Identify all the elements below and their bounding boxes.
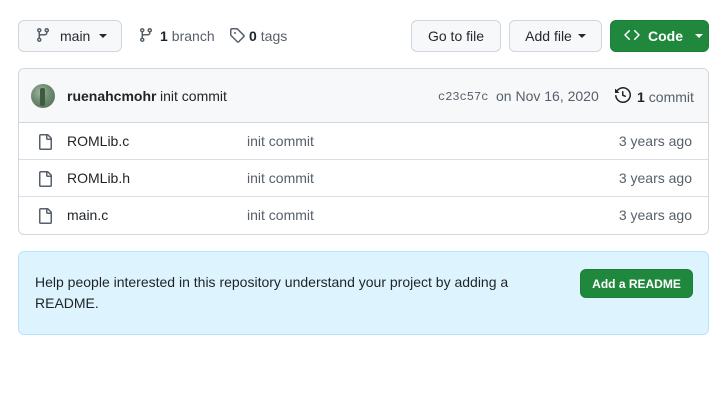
file-commit-message[interactable]: init commit	[247, 207, 314, 223]
commit-author[interactable]: ruenahcmohr	[67, 88, 156, 104]
code-icon	[624, 27, 640, 46]
commit-date: on Nov 16, 2020	[496, 88, 599, 104]
avatar[interactable]	[31, 84, 55, 108]
commit-sha[interactable]: c23c57c	[438, 90, 488, 104]
code-button[interactable]: Code	[610, 20, 709, 52]
file-icon	[37, 208, 53, 227]
add-readme-button[interactable]: Add a README	[580, 269, 693, 298]
chevron-down-icon	[695, 34, 703, 38]
file-icon	[37, 134, 53, 153]
file-row: ROMLib.h init commit 3 years ago	[19, 160, 708, 197]
file-row: ROMLib.c init commit 3 years ago	[19, 123, 708, 160]
file-commit-message[interactable]: init commit	[247, 133, 314, 149]
tags-link[interactable]: 0 tags	[229, 20, 287, 52]
git-branch-icon	[138, 27, 154, 46]
commit-history-link[interactable]: 1 commit	[615, 86, 694, 106]
file-row: main.c init commit 3 years ago	[19, 197, 708, 234]
file-commit-message[interactable]: init commit	[247, 170, 314, 186]
latest-commit-bar: ruenahcmohr init commit c23c57c on Nov 1…	[19, 69, 708, 123]
go-to-file-label: Go to file	[427, 28, 485, 44]
chevron-down-icon	[99, 34, 108, 38]
history-icon	[615, 86, 632, 106]
commit-message[interactable]: init commit	[160, 88, 227, 104]
add-readme-label: Add a README	[592, 276, 681, 291]
chevron-down-icon	[577, 34, 586, 38]
file-name-link[interactable]: main.c	[67, 207, 108, 223]
file-name-link[interactable]: ROMLib.c	[67, 133, 129, 149]
file-listing: ruenahcmohr init commit c23c57c on Nov 1…	[18, 68, 709, 235]
add-file-label: Add file	[525, 28, 572, 44]
branch-label: branch	[171, 28, 215, 44]
commit-label: commit	[648, 88, 694, 105]
file-age: 3 years ago	[618, 207, 692, 223]
branch-name: main	[60, 28, 91, 44]
readme-prompt: Help people interested in this repositor…	[18, 251, 709, 335]
file-icon	[37, 171, 53, 190]
branch-select-button[interactable]: main	[18, 20, 122, 52]
file-age: 3 years ago	[618, 170, 692, 186]
commit-count: 1	[637, 88, 645, 105]
tag-count: 0	[249, 28, 257, 44]
branches-link[interactable]: 1 branch	[138, 20, 215, 52]
tag-label: tags	[260, 28, 288, 44]
branch-count: 1	[160, 28, 168, 44]
add-file-button[interactable]: Add file	[509, 20, 602, 52]
readme-prompt-text: Help people interested in this repositor…	[35, 274, 509, 311]
file-age: 3 years ago	[618, 133, 692, 149]
file-name-link[interactable]: ROMLib.h	[67, 170, 130, 186]
tag-icon	[229, 27, 245, 46]
code-label: Code	[648, 28, 683, 44]
go-to-file-button[interactable]: Go to file	[411, 20, 501, 52]
git-branch-icon	[35, 27, 51, 46]
